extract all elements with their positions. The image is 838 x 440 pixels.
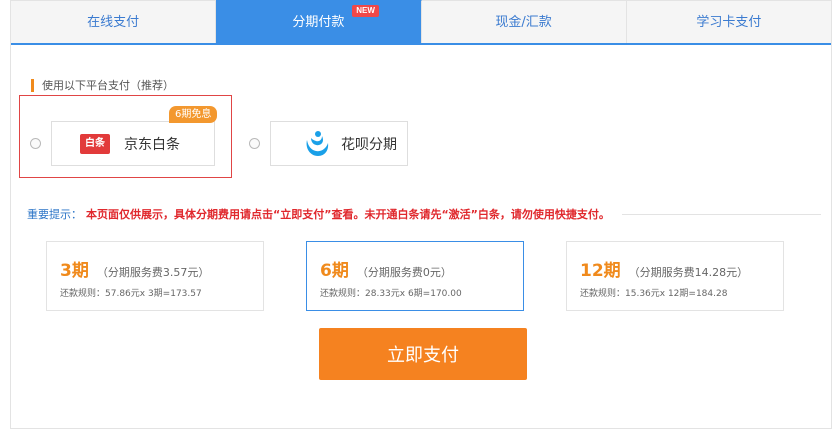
payment-tabs: 在线支付 分期付款 NEW 现金/汇款 学习卡支付 bbox=[11, 0, 831, 45]
tab-label: 在线支付 bbox=[87, 15, 140, 30]
plan-fee: （分期服务费0元） bbox=[356, 266, 452, 279]
section-heading: 使用以下平台支付（推荐） bbox=[31, 78, 174, 92]
plan-period: 6期 bbox=[320, 261, 349, 281]
notice-text: 本页面仅供展示，具体分期费用请点击“立即支付”查看。未开通白条请先“激活”白条，… bbox=[86, 208, 610, 221]
tab-label: 学习卡支付 bbox=[696, 15, 762, 30]
radio-jd-baitiao[interactable] bbox=[30, 138, 41, 149]
notice-lead: 重要提示： bbox=[27, 208, 82, 221]
plan-fee: （分期服务费3.57元） bbox=[96, 266, 210, 279]
plan-period: 3期 bbox=[60, 261, 89, 281]
plan-header: 12期 （分期服务费14.28元） bbox=[580, 256, 748, 281]
platform-name: 花呗分期 bbox=[341, 136, 397, 153]
huabei-logo-icon bbox=[306, 130, 329, 156]
plan-3-installments[interactable]: 3期 （分期服务费3.57元） 还款规则：57.86元x 3期=173.57 bbox=[46, 241, 264, 311]
tab-label: 现金/汇款 bbox=[495, 15, 552, 30]
plan-repayment-rule: 还款规则：57.86元x 3期=173.57 bbox=[60, 289, 202, 299]
platform-name: 京东白条 bbox=[124, 136, 180, 153]
important-notice: 重要提示： 本页面仅供展示，具体分期费用请点击“立即支付”查看。未开通白条请先“… bbox=[27, 206, 821, 222]
plan-repayment-rule: 还款规则：15.36元x 12期=184.28 bbox=[580, 289, 728, 299]
payment-panel: 在线支付 分期付款 NEW 现金/汇款 学习卡支付 使用以下平台支付（推荐） 白… bbox=[10, 0, 832, 429]
new-badge: NEW bbox=[352, 5, 379, 17]
plan-repayment-rule: 还款规则：28.33元x 6期=170.00 bbox=[320, 289, 462, 299]
plan-header: 3期 （分期服务费3.57元） bbox=[60, 256, 209, 281]
platform-jd-baitiao[interactable]: 白条 京东白条 bbox=[51, 121, 215, 166]
plan-6-installments[interactable]: 6期 （分期服务费0元） 还款规则：28.33元x 6期=170.00 bbox=[306, 241, 524, 311]
tab-study-card[interactable]: 学习卡支付 bbox=[626, 0, 831, 43]
plan-header: 6期 （分期服务费0元） bbox=[320, 256, 452, 281]
plan-period: 12期 bbox=[580, 261, 621, 281]
tab-installment[interactable]: 分期付款 NEW bbox=[216, 0, 422, 43]
heading-marker bbox=[31, 78, 34, 92]
plan-12-installments[interactable]: 12期 （分期服务费14.28元） 还款规则：15.36元x 12期=184.2… bbox=[566, 241, 784, 311]
baitiao-logo: 白条 bbox=[80, 133, 110, 154]
plan-fee: （分期服务费14.28元） bbox=[628, 266, 749, 279]
interest-free-badge: 6期免息 bbox=[169, 106, 218, 123]
section-label-text: 使用以下平台支付（推荐） bbox=[42, 79, 174, 92]
notice-divider bbox=[621, 213, 821, 215]
platform-huabei[interactable]: 花呗分期 bbox=[270, 121, 408, 166]
tab-cash-transfer[interactable]: 现金/汇款 bbox=[421, 0, 627, 43]
pay-now-button[interactable]: 立即支付 bbox=[319, 328, 527, 380]
tab-online-payment[interactable]: 在线支付 bbox=[11, 0, 217, 43]
tab-label: 分期付款 bbox=[292, 15, 345, 30]
radio-huabei[interactable] bbox=[249, 138, 260, 149]
